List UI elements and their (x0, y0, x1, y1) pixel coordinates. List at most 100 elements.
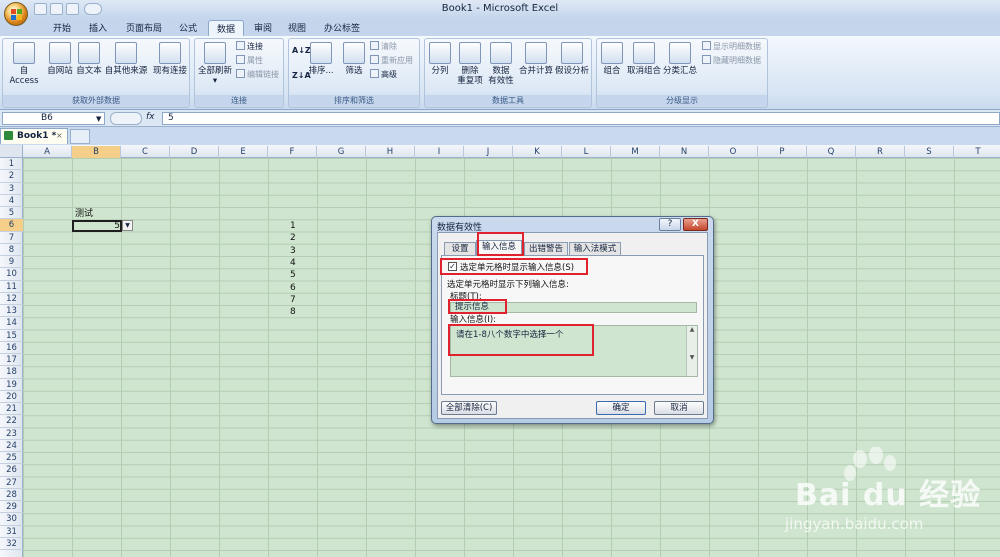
row-header-7[interactable]: 7 (0, 232, 23, 244)
row-header-4[interactable]: 4 (0, 195, 23, 207)
row-header-27[interactable]: 27 (0, 477, 23, 489)
name-box[interactable]: B6 (2, 112, 105, 125)
row-header-6[interactable]: 6 (0, 219, 23, 232)
row-header-2[interactable]: 2 (0, 170, 23, 183)
column-header-P[interactable]: P (758, 146, 807, 158)
connections-button[interactable]: 连接 (236, 41, 263, 53)
cancel-button[interactable]: 取消 (654, 401, 704, 415)
column-header-J[interactable]: J (464, 146, 513, 158)
cell-F7[interactable]: 2 (290, 232, 296, 244)
formula-bar-splitter[interactable] (110, 112, 142, 125)
properties-button[interactable]: 属性 (236, 55, 263, 67)
row-header-28[interactable]: 28 (0, 489, 23, 501)
column-header-S[interactable]: S (905, 146, 954, 158)
clear-all-button[interactable]: 全部清除(C) (441, 401, 497, 415)
tab-home[interactable]: 开始 (46, 20, 78, 36)
row-header-25[interactable]: 25 (0, 452, 23, 465)
row-header-8[interactable]: 8 (0, 244, 23, 256)
tab-review[interactable]: 审阅 (248, 20, 278, 36)
cell-F10[interactable]: 5 (290, 269, 296, 281)
row-header-17[interactable]: 17 (0, 354, 23, 367)
insert-function-icon[interactable]: fx (146, 112, 155, 122)
row-header-19[interactable]: 19 (0, 379, 23, 391)
column-header-L[interactable]: L (562, 146, 611, 158)
show-detail-button[interactable]: 显示明细数据 (702, 41, 761, 53)
row-header-9[interactable]: 9 (0, 256, 23, 269)
row-header-26[interactable]: 26 (0, 464, 23, 477)
close-tab-icon[interactable]: × (56, 131, 63, 140)
sort-button[interactable]: 排序... (306, 42, 336, 76)
cell-F12[interactable]: 7 (290, 294, 296, 306)
tab-office-tabs[interactable]: 办公标签 (318, 20, 366, 36)
office-button[interactable] (4, 2, 28, 26)
cell-F9[interactable]: 4 (290, 257, 296, 269)
column-header-G[interactable]: G (317, 146, 366, 158)
column-header-I[interactable]: I (415, 146, 464, 158)
column-header-O[interactable]: O (709, 146, 758, 158)
column-header-F[interactable]: F (268, 146, 317, 158)
tab-data[interactable]: 数据 (208, 20, 244, 36)
column-header-D[interactable]: D (170, 146, 219, 158)
new-tab-button[interactable] (70, 129, 90, 144)
message-scrollbar[interactable]: ▲ ▼ (686, 326, 697, 376)
consolidate-button[interactable]: 合并计算 (518, 42, 554, 76)
column-header-Q[interactable]: Q (807, 146, 856, 158)
ungroup-button[interactable]: 取消组合 (626, 42, 662, 76)
column-header-K[interactable]: K (513, 146, 562, 158)
advanced-button[interactable]: 高级 (370, 69, 397, 81)
column-header-T[interactable]: T (954, 146, 1000, 158)
row-header-13[interactable]: 13 (0, 305, 23, 318)
edit-links-button[interactable]: 编辑链接 (236, 69, 279, 81)
tab-formulas[interactable]: 公式 (172, 20, 204, 36)
cell-B6[interactable]: 5 (74, 220, 120, 232)
row-header-15[interactable]: 15 (0, 330, 23, 342)
column-header-B[interactable]: B (72, 146, 121, 158)
column-header-M[interactable]: M (611, 146, 660, 158)
from-web-button[interactable]: 自网站 (44, 42, 76, 76)
help-button[interactable]: ? (659, 218, 681, 231)
validation-dropdown-icon[interactable]: ▼ (122, 220, 133, 231)
filter-button[interactable]: 筛选 (340, 42, 368, 76)
column-header-A[interactable]: A (23, 146, 72, 158)
tab-page-layout[interactable]: 页面布局 (120, 20, 168, 36)
ok-button[interactable]: 确定 (596, 401, 646, 415)
formula-input[interactable]: 5 (162, 112, 1000, 125)
row-header-23[interactable]: 23 (0, 428, 23, 440)
dialog-close-button[interactable]: X (683, 218, 708, 231)
row-header-20[interactable]: 20 (0, 391, 23, 403)
row-header-22[interactable]: 22 (0, 415, 23, 428)
column-header-H[interactable]: H (366, 146, 415, 158)
row-header-16[interactable]: 16 (0, 342, 23, 354)
tab-settings[interactable]: 设置 (444, 242, 476, 255)
row-header-31[interactable]: 31 (0, 526, 23, 538)
from-access-button[interactable]: 自 Access (4, 42, 44, 86)
name-box-dropdown-icon[interactable]: ▼ (96, 115, 101, 123)
data-validation-button[interactable]: 数据 有效性 (486, 42, 516, 86)
select-all-corner[interactable] (0, 145, 23, 158)
from-text-button[interactable]: 自文本 (74, 42, 104, 76)
row-header-12[interactable]: 12 (0, 293, 23, 305)
clear-button[interactable]: 清除 (370, 41, 397, 53)
reapply-button[interactable]: 重新应用 (370, 55, 413, 67)
row-header-3[interactable]: 3 (0, 183, 23, 195)
cell-F6[interactable]: 1 (290, 220, 296, 232)
column-header-E[interactable]: E (219, 146, 268, 158)
column-header-R[interactable]: R (856, 146, 905, 158)
row-header-21[interactable]: 21 (0, 403, 23, 416)
row-header-5[interactable]: 5 (0, 207, 23, 220)
tab-ime-mode[interactable]: 输入法模式 (569, 242, 621, 255)
column-header-C[interactable]: C (121, 146, 170, 158)
row-header-1[interactable]: 1 (0, 158, 23, 171)
group-button[interactable]: 组合 (598, 42, 626, 76)
refresh-all-button[interactable]: 全部刷新 ▾ (196, 42, 234, 86)
cell-F11[interactable]: 6 (290, 282, 296, 294)
text-to-columns-button[interactable]: 分列 (426, 42, 454, 76)
row-header-18[interactable]: 18 (0, 366, 23, 379)
hide-detail-button[interactable]: 隐藏明细数据 (702, 55, 761, 67)
cell-B5[interactable]: 测试 (75, 208, 93, 220)
existing-connections-button[interactable]: 现有连接 (150, 42, 190, 76)
row-header-30[interactable]: 30 (0, 513, 23, 526)
row-header-24[interactable]: 24 (0, 440, 23, 452)
cell-F13[interactable]: 8 (290, 306, 296, 318)
from-other-sources-button[interactable]: 自其他来源 (104, 42, 148, 76)
